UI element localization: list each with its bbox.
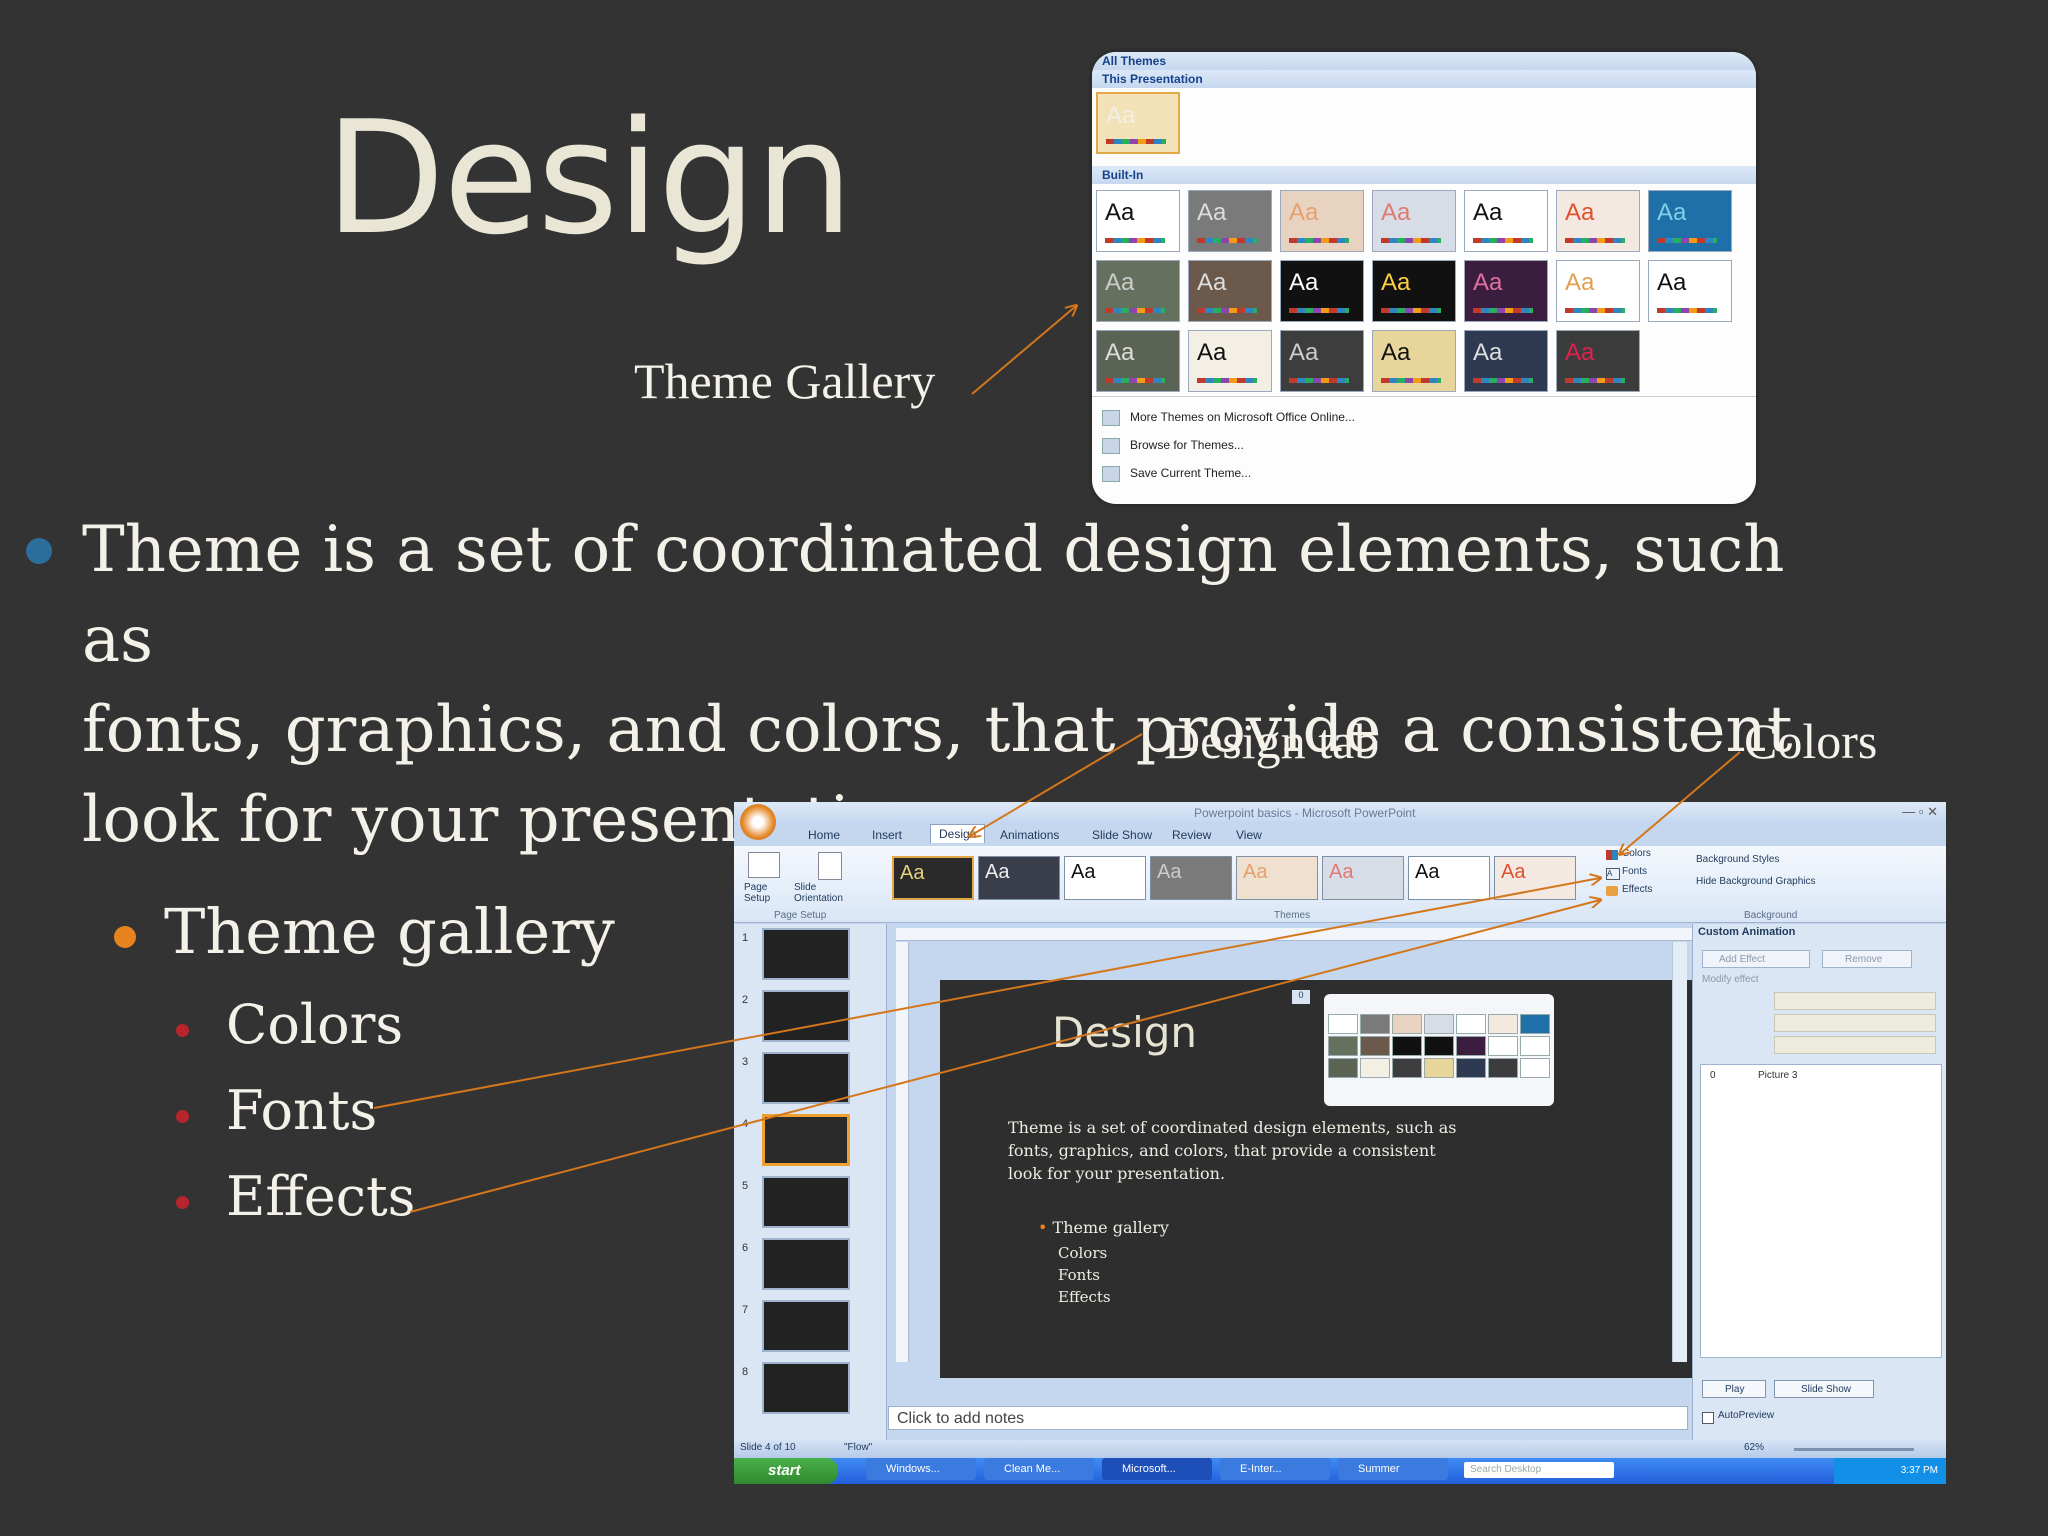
arrow-design-tab: [970, 733, 1143, 836]
arrow-fonts: [373, 878, 1600, 1109]
arrow-effects: [409, 900, 1600, 1213]
arrow-colors: [1620, 751, 1741, 854]
annotation-arrows: [373, 0, 1741, 1213]
arrow-theme-gallery: [971, 306, 1076, 395]
